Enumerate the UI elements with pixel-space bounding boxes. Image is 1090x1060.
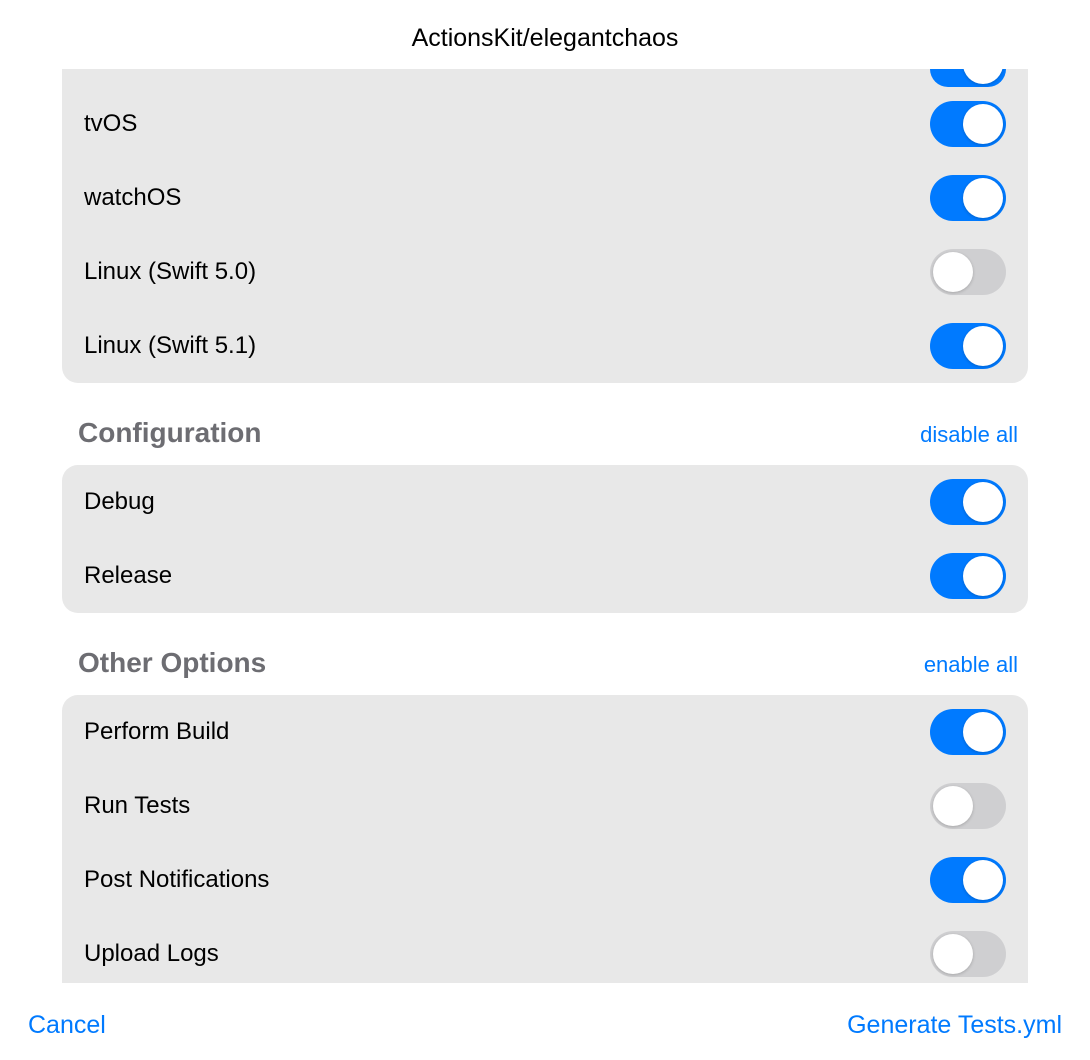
section-header-other-options: Other Options enable all [62,613,1028,695]
cancel-button[interactable]: Cancel [28,1011,106,1040]
table-row: tvOS [62,87,1028,161]
row-label: tvOS [84,110,137,138]
toggle-post-notifications[interactable] [930,857,1006,903]
toggle-linux-swift-5-1[interactable] [930,323,1006,369]
toggle-upload-logs[interactable] [930,931,1006,977]
header: ActionsKit/elegantchaos [0,0,1090,69]
section-title: Other Options [78,647,266,679]
other-options-card: Perform Build Run Tests Post Notificatio… [62,695,1028,983]
row-label: Linux (Swift 5.1) [84,332,256,360]
section-title: Configuration [78,417,262,449]
row-label: Run Tests [84,792,190,820]
configuration-card: Debug Release [62,465,1028,613]
row-label: Debug [84,488,155,516]
disable-all-button[interactable]: disable all [920,422,1018,448]
table-row: Perform Build [62,695,1028,769]
table-row: Linux (Swift 5.1) [62,309,1028,383]
table-row-peek [62,69,1028,87]
row-label: Linux (Swift 5.0) [84,258,256,286]
toggle-watchos[interactable] [930,175,1006,221]
row-label: Perform Build [84,718,229,746]
table-row: Run Tests [62,769,1028,843]
table-row: Release [62,539,1028,613]
enable-all-button[interactable]: enable all [924,652,1018,678]
content-area: tvOS watchOS Linux (Swift 5.0) Linux (Sw… [0,69,1090,983]
row-label: Post Notifications [84,866,269,894]
table-row: watchOS [62,161,1028,235]
table-row: Post Notifications [62,843,1028,917]
toggle-linux-swift-5-0[interactable] [930,249,1006,295]
table-row: Linux (Swift 5.0) [62,235,1028,309]
table-row: Upload Logs [62,917,1028,983]
toggle-perform-build[interactable] [930,709,1006,755]
toggle-peek[interactable] [930,69,1006,87]
row-label: watchOS [84,184,181,212]
toggle-run-tests[interactable] [930,783,1006,829]
page-title: ActionsKit/elegantchaos [0,24,1090,53]
section-header-configuration: Configuration disable all [62,383,1028,465]
table-row: Debug [62,465,1028,539]
platforms-card: tvOS watchOS Linux (Swift 5.0) Linux (Sw… [62,69,1028,383]
generate-button[interactable]: Generate Tests.yml [847,1011,1062,1040]
row-label: Release [84,562,172,590]
toggle-release[interactable] [930,553,1006,599]
row-label: Upload Logs [84,940,219,968]
toggle-tvos[interactable] [930,101,1006,147]
toggle-debug[interactable] [930,479,1006,525]
footer: Cancel Generate Tests.yml [0,983,1090,1060]
